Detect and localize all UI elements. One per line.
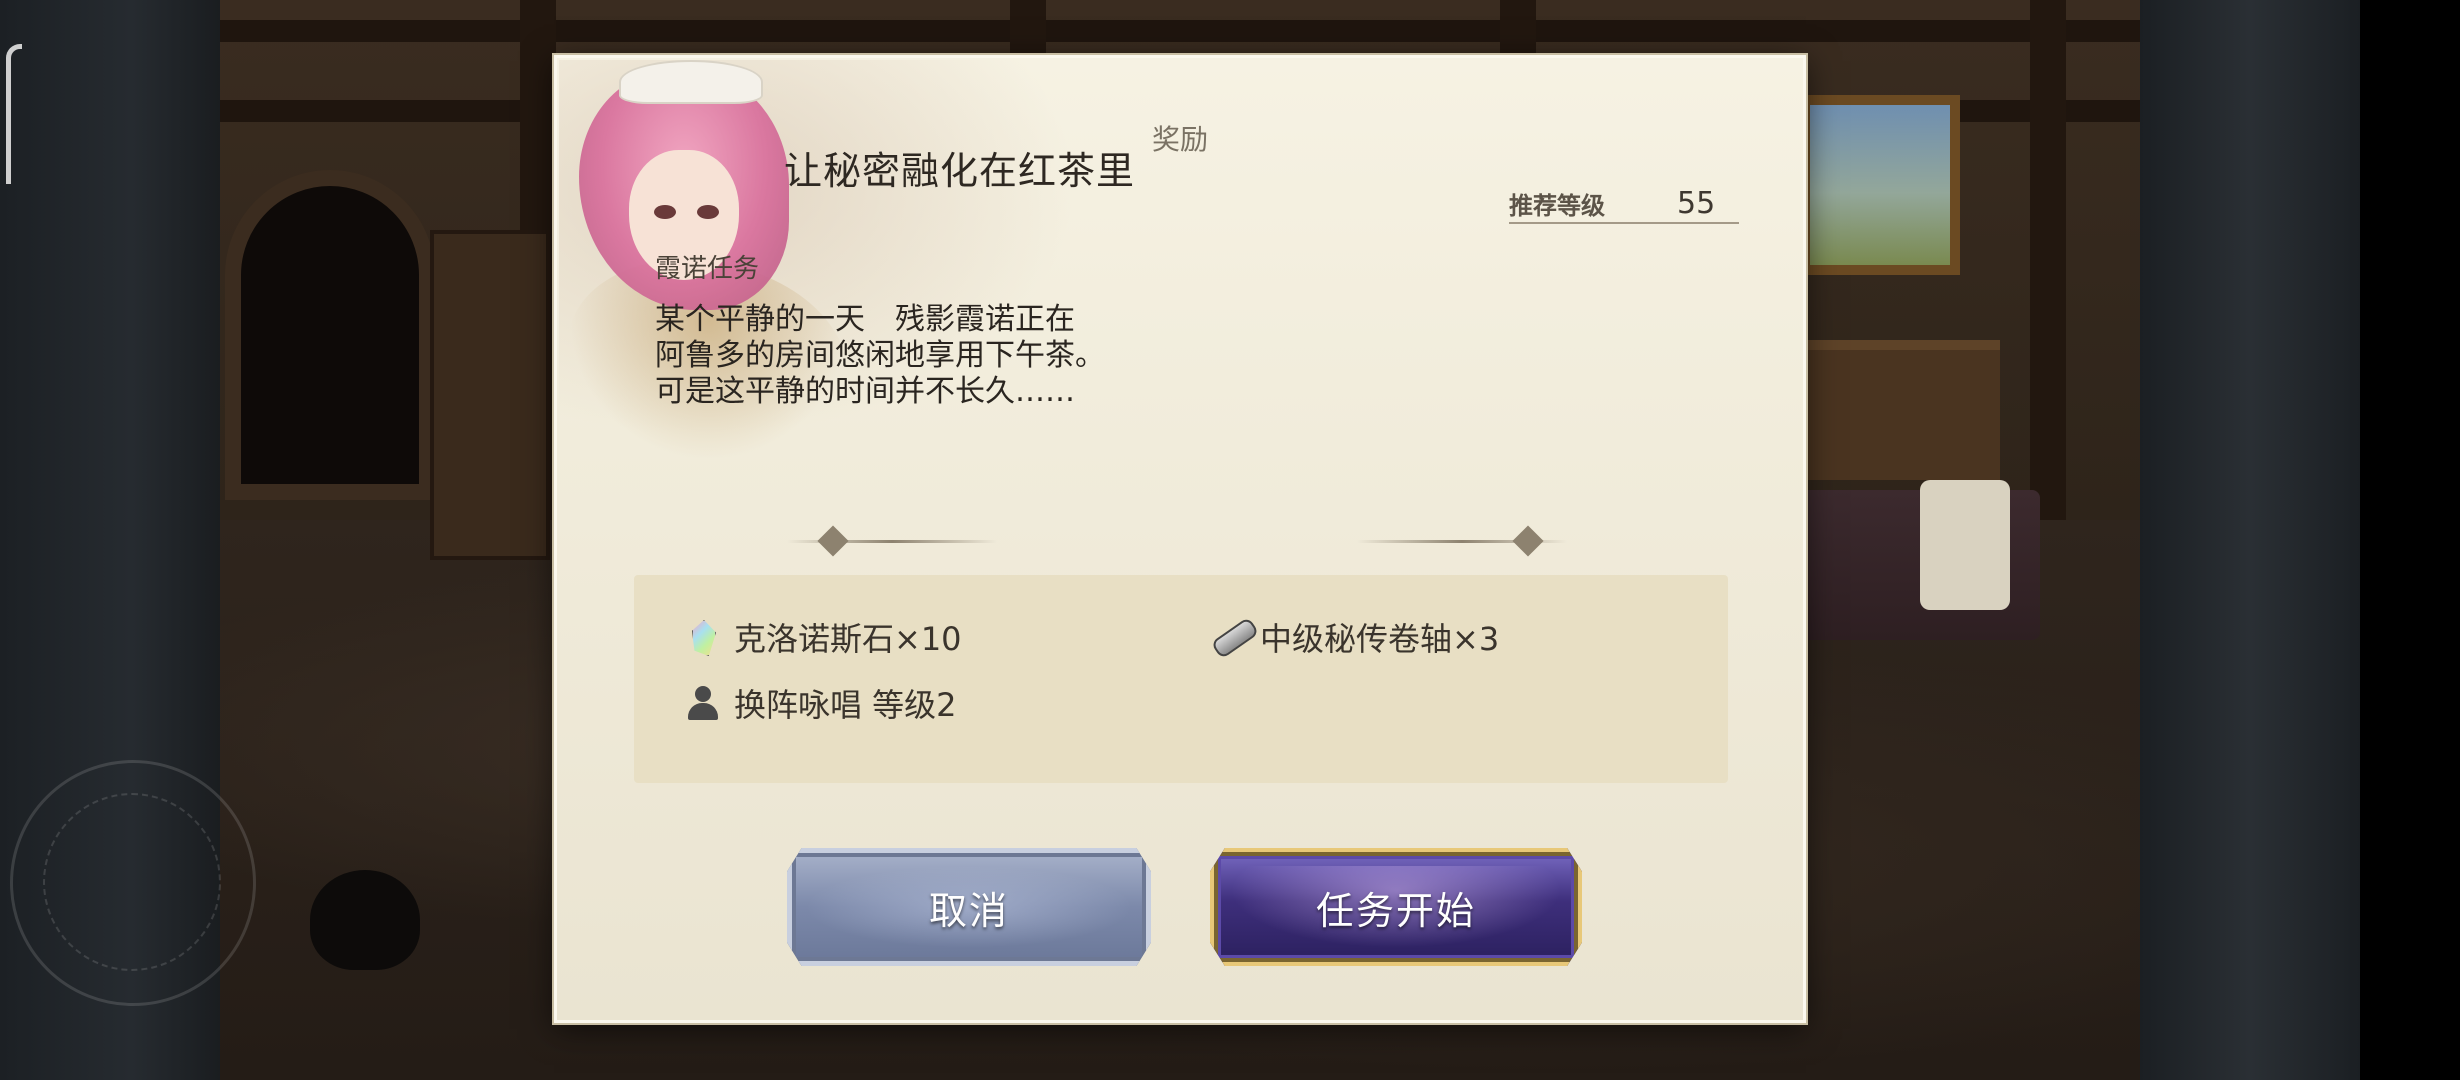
nurse-cap — [619, 60, 763, 104]
wall-painting — [1800, 95, 1960, 275]
reward-header — [557, 516, 1803, 566]
cancel-button-label: 取消 — [928, 888, 1009, 933]
shelf — [1790, 340, 2000, 480]
description-line: 阿鲁多的房间悠闲地享用下午茶。 — [655, 338, 1105, 373]
recommended-level-label: 推荐等级 — [1509, 191, 1605, 220]
quest-description: 某个平静的一天 残影霞诺正在 阿鲁多的房间悠闲地享用下午茶。 可是这平静的时间并… — [655, 302, 1215, 410]
scroll-icon — [1210, 616, 1260, 660]
reward-item: 克洛诺斯石×10 — [686, 615, 962, 659]
reward-section-label: 奖励 — [1151, 123, 1208, 156]
recommended-level-value: 55 — [1677, 186, 1716, 221]
start-mission-button[interactable]: 任务开始 — [1210, 848, 1582, 966]
wooden-post — [2030, 0, 2066, 540]
edge-bracket-icon — [6, 44, 22, 184]
person-icon — [686, 686, 720, 720]
cabinet — [430, 230, 550, 560]
cancel-button[interactable]: 取消 — [787, 848, 1151, 966]
start-mission-button-label: 任务开始 — [1315, 888, 1476, 933]
chronos-stone-icon — [686, 620, 720, 656]
reward-text: 中级秘传卷轴×3 — [1260, 620, 1500, 658]
ceiling-beam — [220, 20, 2140, 42]
mission-type: 霞诺任务 — [655, 254, 760, 284]
reward-text: 换阵咏唱 等级2 — [734, 686, 957, 724]
black-cat — [310, 870, 420, 970]
recommended-level: 推荐等级 55 — [1509, 184, 1739, 224]
clock-ornament-icon — [10, 760, 256, 1006]
arched-doorway — [225, 170, 435, 500]
screen-edge — [2360, 0, 2460, 1080]
description-line: 可是这平静的时间并不长久…… — [655, 374, 1075, 409]
ornament-diamond-icon — [1512, 525, 1544, 557]
reward-list: 克洛诺斯石×10 中级秘传卷轴×3 换阵咏唱 等级2 — [634, 575, 1728, 783]
quest-dialog: 让秘密融化在红茶里 推荐等级 55 霞诺任务 某个平静的一天 残影霞诺正在 阿鲁… — [554, 55, 1806, 1023]
reward-item: 中级秘传卷轴×3 — [1210, 615, 1500, 660]
reward-text: 克洛诺斯石×10 — [734, 620, 962, 658]
ornament-diamond-icon — [817, 525, 849, 557]
reward-item: 换阵咏唱 等级2 — [686, 681, 957, 725]
right-frame-panel — [2140, 0, 2360, 1080]
pillow — [1920, 480, 2010, 610]
description-line: 某个平静的一天 残影霞诺正在 — [655, 302, 1075, 337]
